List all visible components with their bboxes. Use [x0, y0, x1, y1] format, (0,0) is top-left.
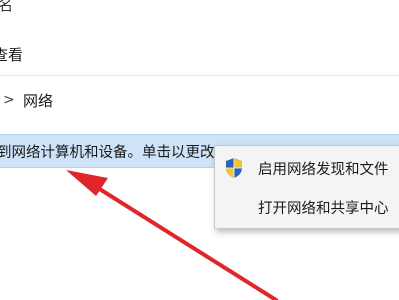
- menu-item-enable-network-discovery[interactable]: 启用网络发现和文件: [215, 151, 399, 185]
- info-bar-context-menu: 启用网络发现和文件 打开网络和共享中心: [214, 145, 399, 229]
- explorer-window: 名 查看 > 网络 到网络计算机和设备。单击以更改... 启用网络发现和文件 打…: [0, 0, 399, 300]
- window-title-fragment: 名: [0, 0, 14, 14]
- breadcrumb-network[interactable]: 网络: [23, 90, 53, 111]
- menu-item-label: 打开网络和共享中心: [258, 201, 389, 217]
- menu-item-open-sharing-center[interactable]: 打开网络和共享中心: [215, 190, 399, 224]
- address-bar[interactable]: > 网络: [0, 82, 399, 120]
- uac-shield-icon: [226, 158, 242, 178]
- ribbon-divider: [0, 75, 399, 76]
- view-menu[interactable]: 查看: [0, 44, 23, 65]
- menu-item-label: 启用网络发现和文件: [258, 162, 389, 178]
- breadcrumb-chevron-icon[interactable]: >: [3, 92, 15, 108]
- info-bar-text[interactable]: 到网络计算机和设备。单击以更改...: [0, 141, 228, 162]
